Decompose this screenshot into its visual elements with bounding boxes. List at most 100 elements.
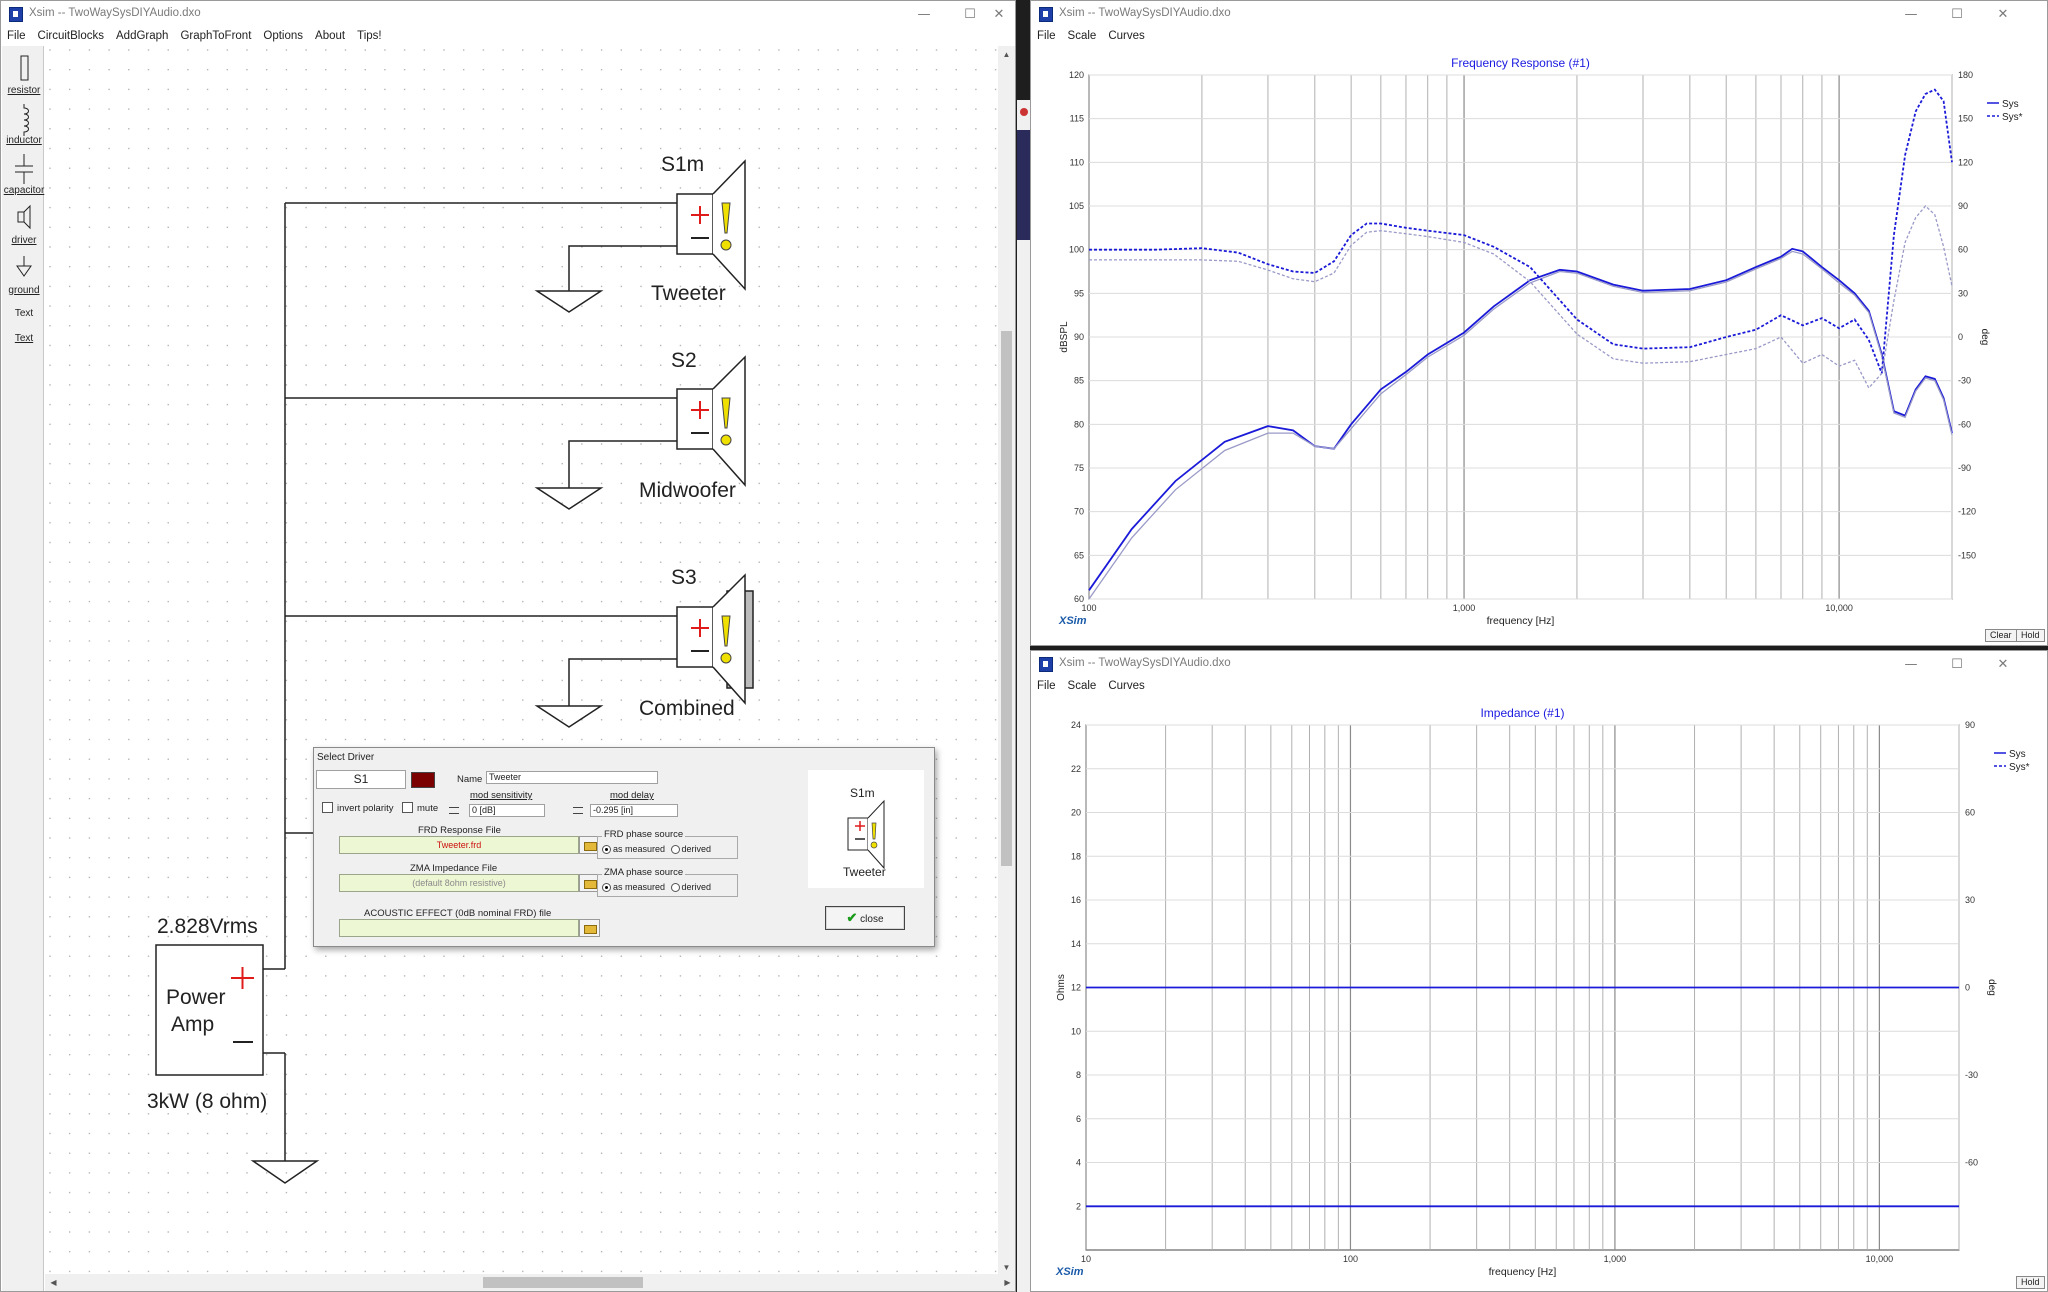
frd-file-field[interactable]: Tweeter.frd [339,836,579,854]
y2-tick-label: -60 [1958,419,1971,429]
mod-sensitivity-input[interactable]: 0 [dB] [469,804,545,817]
invert-polarity-checkbox[interactable] [322,802,333,813]
name-input[interactable]: Tweeter [486,771,658,784]
tool-inductor[interactable]: inductor [2,102,46,146]
menu-curves[interactable]: Curves [1102,678,1150,692]
frd-phase-group: FRD phase source as measured derived [597,829,738,859]
schematic-window: Xsim -- TwoWaySysDIYAudio.dxo — ☐ ✕ File… [0,0,1016,1292]
minimize-icon[interactable]: — [1888,1,1934,28]
frd-derived-radio[interactable] [670,845,680,855]
clear-button[interactable]: Clear [1985,629,2017,642]
maximize-icon[interactable]: ☐ [1934,651,1980,678]
power-amp[interactable] [155,944,264,1076]
impedance-chart[interactable]: 24681012141618202224-60-30030609010 100 1,… [1031,696,2048,1292]
component-toolbox: resistor inductor capacitor driver groun… [2,46,44,1291]
menu-file[interactable]: File [1,28,32,42]
mod-delay-input[interactable]: -0.295 [in] [590,804,678,817]
horizontal-scroll-thumb[interactable] [483,1277,643,1288]
y-tick-label: 18 [1071,851,1081,861]
driver-color-swatch[interactable] [411,772,435,788]
title-bar[interactable]: Xsim -- TwoWaySysDIYAudio.dxo — ☐ ✕ [1031,1,2047,28]
amp-power-label: 3kW (8 ohm) [147,1090,267,1113]
menu-curves[interactable]: Curves [1102,28,1150,42]
y-axis-label: dBSPL [1059,321,1070,353]
title-bar[interactable]: Xsim -- TwoWaySysDIYAudio.dxo — ☐ ✕ [1031,651,2047,678]
tool-ground[interactable]: ground [2,252,46,296]
tool-capacitor[interactable]: capacitor [2,152,46,196]
title-bar[interactable]: Xsim -- TwoWaySysDIYAudio.dxo — ☐ ✕ [1,1,1015,28]
frequency-response-window: Xsim -- TwoWaySysDIYAudio.dxo — ☐ ✕ File… [1030,0,2048,646]
amp-voltage-label: 2.828Vrms [157,915,258,938]
menu-graphtofront[interactable]: GraphToFront [174,28,257,42]
menu-tips[interactable]: Tips! [351,28,388,42]
mod-sensitivity-spinner[interactable] [448,804,460,817]
scroll-right-icon[interactable]: ▶ [999,1274,1015,1291]
hold-button[interactable]: Hold [2016,629,2045,642]
y-tick-label: 16 [1071,895,1081,905]
zma-as-measured-radio[interactable] [602,883,611,893]
horizontal-scrollbar[interactable]: ◀ ▶ [45,1274,1015,1291]
menu-options[interactable]: Options [257,28,309,42]
y2-tick-label: 90 [1958,201,1968,211]
amp-name-line2: Amp [171,1013,214,1036]
tool-text-underlined[interactable]: Text [2,333,46,344]
menu-circuitblocks[interactable]: CircuitBlocks [32,28,110,42]
legend-entry[interactable]: Sys* [2002,112,2023,123]
legend-entry[interactable]: Sys [2002,99,2019,110]
schematic-canvas[interactable]: S1m Tweeter S2 Midwoofer S3 Combined 2.8… [45,46,1016,1276]
close-button[interactable]: ✔ close [825,906,905,930]
menu-bar: File CircuitBlocks AddGraph GraphToFront Opt… [1,28,1015,46]
close-icon[interactable]: ✕ [976,1,1015,28]
y2-tick-label: -90 [1958,463,1971,473]
background-window-strip [1017,100,1030,1292]
tool-text[interactable]: Text [2,308,46,319]
mod-sensitivity-label: mod sensitivity [470,790,533,801]
y-tick-label: 115 [1070,114,1084,124]
tool-resistor[interactable]: resistor [2,52,46,96]
y2-tick-label: -60 [1965,1158,1978,1168]
legend-entry[interactable]: Sys* [2009,762,2030,773]
menu-addgraph[interactable]: AddGraph [110,28,174,42]
menu-file[interactable]: File [1031,28,1062,42]
mute-label: mute [417,803,439,814]
acoustic-browse-folder-icon[interactable] [579,919,600,937]
y-tick-label: 80 [1074,419,1084,429]
y2-tick-label: 30 [1965,895,1975,905]
x-tick-label: 10,000 [1866,1254,1894,1264]
close-icon[interactable]: ✕ [1980,1,2026,28]
frd-phase-label: FRD phase source [602,829,686,840]
tool-driver[interactable]: driver [2,202,46,246]
zma-file-field[interactable]: (default 8ohm resistive) [339,874,579,892]
background-window-strip-dark [1017,130,1030,240]
menu-file[interactable]: File [1031,678,1062,692]
chart-title: Impedance (#1) [1480,706,1564,720]
acoustic-effect-label: ACOUSTIC EFFECT (0dB nominal FRD) file [364,908,552,919]
vertical-scrollbar[interactable]: ▲ ▼ [998,46,1015,1276]
driver-id-field[interactable]: S1 [316,770,406,789]
mod-delay-spinner[interactable] [572,804,584,817]
acoustic-effect-file-field[interactable] [339,919,579,937]
maximize-icon[interactable]: ☐ [1934,1,1980,28]
menu-bar: File Scale Curves [1031,678,2047,696]
minimize-icon[interactable]: — [901,1,947,28]
zma-phase-group: ZMA phase source as measured derived [597,867,738,897]
mute-checkbox[interactable] [402,802,413,813]
scroll-left-icon[interactable]: ◀ [45,1274,62,1291]
window-title: Xsim -- TwoWaySysDIYAudio.dxo [1059,657,1231,669]
scroll-up-icon[interactable]: ▲ [998,46,1015,63]
zma-derived-radio[interactable] [670,883,680,893]
y2-tick-label: -150 [1958,550,1976,560]
menu-about[interactable]: About [309,28,351,42]
menu-scale[interactable]: Scale [1062,678,1103,692]
frequency-response-chart[interactable]: 60 65 70 75 80 85 90 95 100 105 110 115 120 -150 -120 -… [1031,46,2048,646]
menu-bar: File Scale Curves [1031,28,2047,46]
menu-scale[interactable]: Scale [1062,28,1103,42]
select-driver-dialog: Select Driver S1 Name Tweeter invert pol… [313,747,935,947]
frd-as-measured-radio[interactable] [602,845,611,855]
close-icon[interactable]: ✕ [1980,651,2026,678]
y-tick-label: 85 [1074,376,1084,386]
vertical-scroll-thumb[interactable] [1001,331,1012,866]
hold-button[interactable]: Hold [2016,1276,2045,1289]
legend-entry[interactable]: Sys [2009,749,2026,760]
minimize-icon[interactable]: — [1888,651,1934,678]
